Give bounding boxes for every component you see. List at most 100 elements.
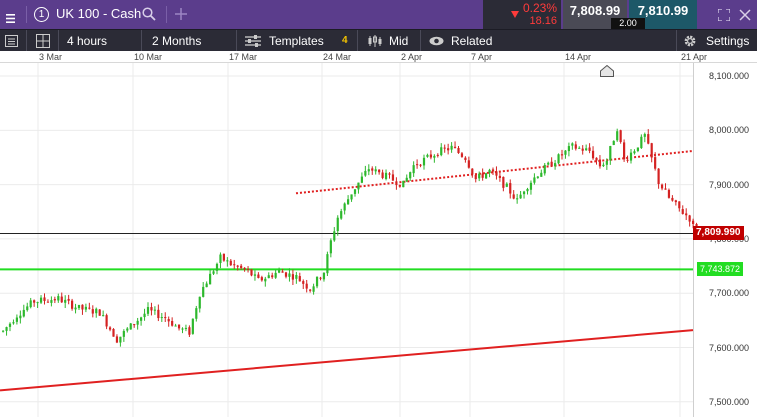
candle-up [405, 177, 408, 182]
candle-up [174, 325, 177, 327]
candle-down [298, 276, 301, 282]
candle-up [609, 146, 612, 161]
candle-up [360, 176, 363, 183]
candle-down [692, 220, 695, 224]
instrument-selector[interactable]: 1 UK 100 - Cash [34, 0, 162, 29]
candle-down [626, 159, 629, 161]
candle-up [640, 136, 643, 149]
instrument-header: 1 UK 100 - Cash 0.23% 18.16 7,808.99 7,8… [0, 0, 757, 29]
candle-down [647, 134, 650, 144]
candle-up [12, 322, 15, 324]
candle-up [181, 328, 184, 330]
interval-selector[interactable]: 4 hours [67, 30, 107, 52]
candle-up [440, 147, 443, 156]
price-tick-label: 7,700.000 [708, 288, 749, 299]
close-icon[interactable] [739, 8, 751, 21]
candle-up [315, 276, 319, 287]
candle-up [329, 240, 332, 254]
candle-up [267, 275, 270, 279]
price-chart[interactable] [0, 63, 757, 417]
candle-down [240, 265, 243, 268]
candle-down [588, 147, 591, 151]
date-tick-label: 21 Apr [681, 52, 708, 62]
instrument-number-badge: 1 [34, 7, 49, 22]
candle-down [509, 183, 512, 194]
horizontal-level-tag: 7,743.872 [697, 262, 744, 277]
candle-up [84, 306, 87, 310]
candle-down [460, 153, 464, 157]
candle-up [340, 211, 343, 219]
candle-up [195, 308, 198, 319]
date-tick-label: 10 Mar [134, 52, 163, 62]
range-selector[interactable]: 2 Months [152, 30, 201, 52]
candle-down [416, 164, 419, 166]
candle-up [226, 260, 229, 262]
candle-up [74, 307, 77, 310]
candle-up [15, 317, 18, 322]
candlestick-icon [367, 35, 383, 47]
settings-button[interactable]: Settings [683, 30, 755, 52]
candle-down [688, 215, 691, 222]
plus-icon[interactable] [175, 7, 187, 20]
menu-button[interactable] [0, 0, 20, 29]
candle-up [554, 163, 557, 167]
candle-down [150, 307, 153, 311]
candle-up [488, 169, 491, 173]
candle-down [654, 157, 657, 169]
candle-down [67, 298, 70, 301]
grid-layout-icon[interactable] [36, 34, 50, 48]
candle-up [326, 254, 329, 274]
candle-up [571, 143, 574, 146]
candle-down [236, 265, 239, 267]
candle-down [447, 148, 450, 151]
candle-up [384, 172, 388, 180]
candle-up [160, 317, 163, 319]
dotted-trendline [295, 149, 694, 195]
candle-down [46, 301, 50, 303]
candle-down [164, 317, 167, 319]
search-icon[interactable] [142, 7, 156, 21]
candle-down [243, 267, 246, 270]
expand-arrows-icon[interactable] [717, 8, 731, 22]
current-price-tag: 7,809.990 [693, 226, 744, 241]
candle-down [250, 269, 253, 276]
candle-up [612, 140, 615, 146]
price-tick-label: 7,500.000 [708, 396, 749, 407]
scroll-to-latest-icon[interactable] [600, 65, 614, 77]
candle-up [450, 145, 453, 150]
buy-price: 7,810.99 [637, 3, 689, 18]
candle-down [550, 161, 553, 167]
candle-up [253, 274, 257, 276]
price-tick-label: 8,100.000 [708, 71, 749, 82]
candle-down [498, 175, 501, 178]
candle-up [191, 318, 194, 334]
candle-down [664, 188, 667, 190]
candle-down [302, 281, 305, 284]
panel-icon[interactable] [5, 35, 18, 47]
candle-up [602, 164, 605, 167]
candle-down [112, 328, 115, 337]
candle-up [264, 278, 267, 282]
divider [141, 30, 142, 52]
candle-up [643, 134, 646, 137]
candle-up [343, 203, 346, 211]
candle-up [364, 170, 367, 176]
candle-up [126, 328, 129, 331]
candle-up [50, 300, 53, 303]
candle-up [64, 299, 67, 303]
candle-down [595, 157, 598, 161]
candle-up [274, 272, 277, 278]
related-button[interactable]: Related [429, 30, 501, 52]
candle-up [478, 173, 481, 179]
candle-up [215, 263, 219, 271]
candle-up [412, 165, 415, 174]
instrument-name: UK 100 - Cash [56, 6, 142, 21]
price-type-selector[interactable]: Mid [367, 30, 415, 52]
sell-price: 7,808.99 [569, 3, 621, 18]
candle-down [443, 147, 446, 149]
candle-down [381, 172, 384, 178]
candle-down [657, 168, 660, 185]
candle-down [574, 144, 577, 149]
templates-button[interactable]: Templates 4 [245, 30, 353, 52]
candle-up [184, 327, 188, 329]
